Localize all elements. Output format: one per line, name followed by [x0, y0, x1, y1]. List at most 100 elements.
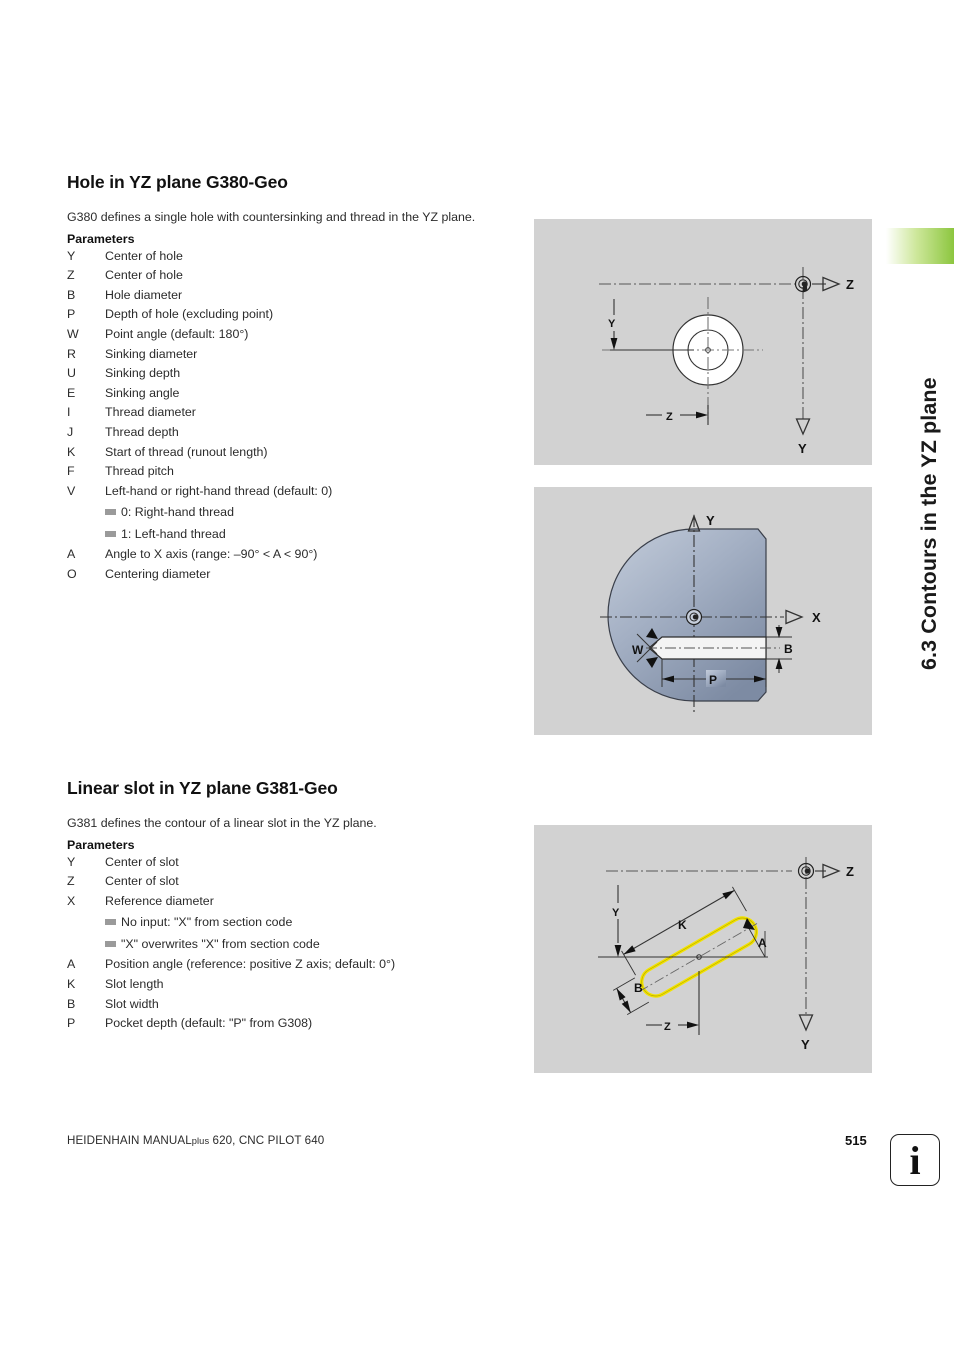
section-linear-slot-yz-plane: Linear slot in YZ plane G381-Geo G381 de… — [67, 778, 517, 1034]
axis-label-z: Z — [846, 864, 854, 879]
param-desc: Position angle (reference: positive Z ax… — [105, 957, 396, 972]
param-row: O Centering diameter — [67, 565, 517, 585]
dimension-label-p: P — [709, 673, 717, 687]
param-row: U Sinking depth — [67, 364, 517, 384]
param-row: J Thread depth — [67, 423, 517, 443]
param-key: E — [67, 385, 76, 400]
param-row: V Left-hand or right-hand thread (default… — [67, 482, 517, 502]
footer-manual-part1: HEIDENHAIN MANUAL — [67, 1134, 192, 1147]
param-desc: Pocket depth (default: "P" from G308) — [105, 1016, 313, 1031]
axis-label-z: Z — [846, 277, 854, 292]
page-number: 515 — [845, 1133, 867, 1148]
param-key: A — [67, 957, 76, 972]
section-hole-yz-plane: Hole in YZ plane G380-Geo G380 defines a… — [67, 172, 517, 585]
dimension-label-k: K — [678, 918, 687, 932]
param-desc: Center of slot — [105, 854, 179, 869]
param-desc: Thread pitch — [105, 464, 174, 479]
param-desc: Left-hand or right-hand thread (default:… — [105, 483, 333, 498]
param-row: K Slot length — [67, 975, 517, 995]
running-head-title: 6.3 Contours in the YZ plane — [916, 377, 941, 670]
dimension-label-b: B — [634, 981, 643, 995]
parameters-heading-hole: Parameters — [67, 231, 135, 246]
figure-hole-yz-view: Z Y Y Z — [534, 219, 872, 465]
param-key: K — [67, 444, 76, 459]
param-key: K — [67, 976, 76, 991]
param-key: I — [67, 405, 71, 420]
list-item: 0: Right-hand thread — [67, 501, 517, 523]
list-item: No input: "X" from section code — [67, 911, 517, 933]
param-key: B — [67, 287, 76, 302]
param-desc: Reference diameter — [105, 893, 214, 908]
bullet-text: "X" overwrites "X" from section code — [121, 937, 320, 952]
param-key: V — [67, 483, 76, 498]
param-key: J — [67, 424, 74, 439]
param-key: R — [67, 346, 76, 361]
param-key: B — [67, 996, 76, 1011]
dimension-label-a: A — [758, 936, 767, 950]
bullet-square-icon — [105, 531, 116, 538]
slot-shape — [612, 886, 759, 1016]
param-key: Z — [67, 874, 75, 889]
list-item: 1: Left-hand thread — [67, 523, 517, 545]
param-row: K Start of thread (runout length) — [67, 443, 517, 463]
param-key: X — [67, 893, 76, 908]
param-desc: Center of hole — [105, 248, 183, 263]
param-key: U — [67, 366, 76, 381]
param-desc: Point angle (default: 180°) — [105, 326, 249, 341]
dimension-label-b: B — [784, 642, 793, 656]
info-icon: i — [890, 1134, 940, 1186]
param-row: P Depth of hole (excluding point) — [67, 305, 517, 325]
param-key: Z — [67, 268, 75, 283]
param-row: A Angle to X axis (range: –90° < A < 90°) — [67, 545, 517, 565]
param-row: E Sinking angle — [67, 384, 517, 404]
param-key: F — [67, 464, 75, 479]
param-desc: Slot width — [105, 996, 159, 1011]
param-desc: Sinking diameter — [105, 346, 198, 361]
axis-label-y: Y — [798, 441, 807, 456]
param-key: Y — [67, 854, 76, 869]
dimension-label-z: Z — [664, 1021, 671, 1033]
param-row: I Thread diameter — [67, 403, 517, 423]
param-desc: Thread diameter — [105, 405, 196, 420]
param-desc: Sinking angle — [105, 385, 180, 400]
footer-manual-name: HEIDENHAIN MANUALplus 620, CNC PILOT 640 — [67, 1134, 324, 1147]
param-row: W Point angle (default: 180°) — [67, 325, 517, 345]
intro-text-slot: G381 defines the contour of a linear slo… — [67, 816, 377, 830]
param-desc: Depth of hole (excluding point) — [105, 307, 274, 322]
param-desc: Center of hole — [105, 268, 183, 283]
param-row: Z Center of hole — [67, 266, 517, 286]
parameters-heading-slot: Parameters — [67, 837, 135, 852]
param-key: W — [67, 326, 79, 341]
param-row: P Pocket depth (default: "P" from G308) — [67, 1014, 517, 1034]
param-desc: Slot length — [105, 976, 164, 991]
param-desc: Hole diameter — [105, 287, 183, 302]
param-row: B Hole diameter — [67, 286, 517, 306]
param-desc: Start of thread (runout length) — [105, 444, 268, 459]
footer-manual-plus: plus — [191, 1136, 210, 1146]
dimension-label-y: Y — [612, 907, 620, 919]
param-key: Y — [67, 248, 76, 263]
page-title-hole: Hole in YZ plane G380-Geo — [67, 172, 288, 192]
figure-slot-yz-view: Z Y K B A Y Z — [534, 825, 872, 1073]
dimension-label-y: Y — [608, 318, 616, 330]
intro-text-hole: G380 defines a single hole with counters… — [67, 210, 476, 224]
page-title-slot: Linear slot in YZ plane G381-Geo — [67, 778, 338, 798]
bullet-square-icon — [105, 509, 116, 516]
param-key: P — [67, 307, 76, 322]
list-item: "X" overwrites "X" from section code — [67, 933, 517, 955]
param-desc: Angle to X axis (range: –90° < A < 90°) — [105, 547, 318, 562]
bullet-square-icon — [105, 941, 116, 948]
dimension-label-w: W — [632, 643, 644, 657]
axis-label-x: X — [812, 610, 821, 625]
param-desc: Center of slot — [105, 874, 179, 889]
param-row: B Slot width — [67, 995, 517, 1015]
param-row: Y Center of slot — [67, 853, 517, 873]
param-key: P — [67, 1016, 76, 1031]
param-row: F Thread pitch — [67, 462, 517, 482]
bullet-text: 1: Left-hand thread — [121, 527, 226, 542]
bullet-square-icon — [105, 919, 116, 926]
running-head: 6.3 Contours in the YZ plane — [880, 150, 954, 670]
param-desc: Sinking depth — [105, 366, 181, 381]
param-row: Z Center of slot — [67, 872, 517, 892]
axis-label-y: Y — [706, 513, 715, 528]
